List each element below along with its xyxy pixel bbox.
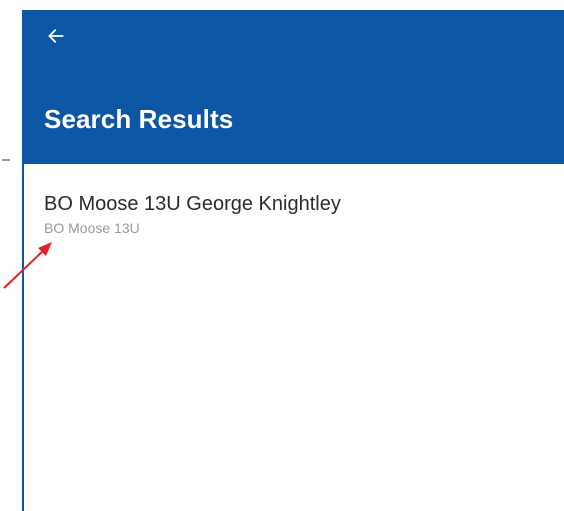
app-bar: Search Results [24, 10, 564, 164]
list-item[interactable]: BO Moose 13U George Knightley BO Moose 1… [24, 164, 564, 249]
screenshot-stage: Search Results BO Moose 13U George Knigh… [0, 0, 564, 511]
arrow-left-icon [46, 26, 66, 46]
result-subtitle: BO Moose 13U [44, 220, 140, 236]
search-results-list: BO Moose 13U George Knightley BO Moose 1… [24, 164, 564, 249]
result-title: BO Moose 13U George Knightley [44, 193, 341, 215]
back-button[interactable] [38, 18, 74, 54]
app-screen: Search Results BO Moose 13U George Knigh… [22, 10, 564, 511]
page-title: Search Results [44, 104, 234, 134]
